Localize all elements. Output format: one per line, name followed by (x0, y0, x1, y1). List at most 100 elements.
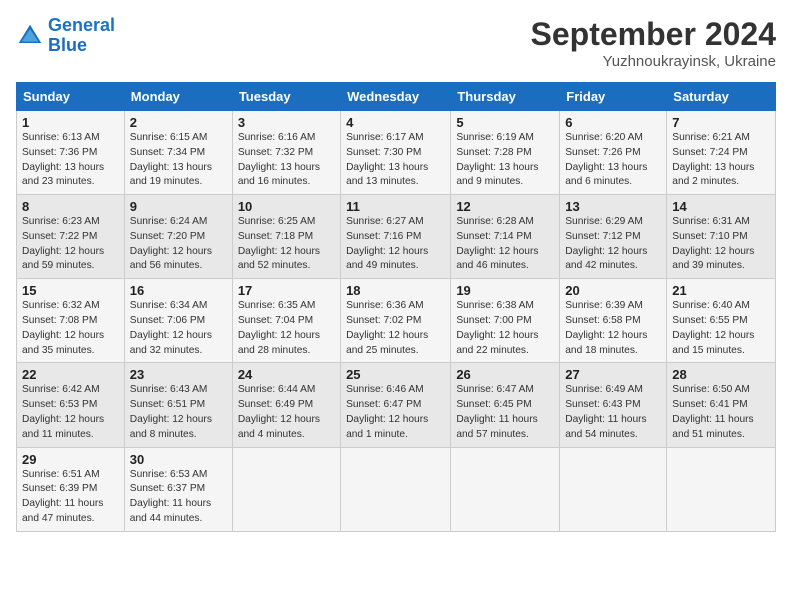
day-info: Sunrise: 6:24 AM Sunset: 7:20 PM Dayligh… (130, 215, 227, 274)
day-cell-16: 16 Sunrise: 6:34 AM Sunset: 7:06 PM Dayl… (124, 279, 232, 363)
day-info: Sunrise: 6:23 AM Sunset: 7:22 PM Dayligh… (22, 215, 119, 274)
logo-icon (16, 22, 44, 50)
day-info: Sunrise: 6:15 AM Sunset: 7:34 PM Dayligh… (130, 131, 227, 190)
day-cell-11: 11 Sunrise: 6:27 AM Sunset: 7:16 PM Dayl… (341, 195, 451, 279)
calendar-table: Sunday Monday Tuesday Wednesday Thursday… (16, 82, 776, 532)
day-cell-14: 14 Sunrise: 6:31 AM Sunset: 7:10 PM Dayl… (667, 195, 776, 279)
calendar-week-1: 1 Sunrise: 6:13 AM Sunset: 7:36 PM Dayli… (17, 111, 776, 195)
day-number: 9 (130, 199, 227, 214)
day-number: 6 (565, 115, 661, 130)
day-number: 26 (456, 367, 554, 382)
day-info: Sunrise: 6:44 AM Sunset: 6:49 PM Dayligh… (238, 383, 335, 442)
col-thursday: Thursday (451, 83, 560, 111)
day-cell-15: 15 Sunrise: 6:32 AM Sunset: 7:08 PM Dayl… (17, 279, 125, 363)
day-number: 23 (130, 367, 227, 382)
day-cell-4: 4 Sunrise: 6:17 AM Sunset: 7:30 PM Dayli… (341, 111, 451, 195)
day-number: 24 (238, 367, 335, 382)
empty-cell (232, 447, 340, 531)
day-info: Sunrise: 6:20 AM Sunset: 7:26 PM Dayligh… (565, 131, 661, 190)
page-header: General Blue September 2024 Yuzhnoukrayi… (16, 16, 776, 70)
day-number: 3 (238, 115, 335, 130)
logo: General Blue (16, 16, 115, 56)
day-number: 13 (565, 199, 661, 214)
day-info: Sunrise: 6:13 AM Sunset: 7:36 PM Dayligh… (22, 131, 119, 190)
day-cell-12: 12 Sunrise: 6:28 AM Sunset: 7:14 PM Dayl… (451, 195, 560, 279)
empty-cell (667, 447, 776, 531)
day-info: Sunrise: 6:39 AM Sunset: 6:58 PM Dayligh… (565, 299, 661, 358)
day-info: Sunrise: 6:29 AM Sunset: 7:12 PM Dayligh… (565, 215, 661, 274)
day-number: 2 (130, 115, 227, 130)
day-number: 1 (22, 115, 119, 130)
day-number: 27 (565, 367, 661, 382)
day-info: Sunrise: 6:28 AM Sunset: 7:14 PM Dayligh… (456, 215, 554, 274)
day-cell-26: 26 Sunrise: 6:47 AM Sunset: 6:45 PM Dayl… (451, 363, 560, 447)
col-tuesday: Tuesday (232, 83, 340, 111)
day-cell-10: 10 Sunrise: 6:25 AM Sunset: 7:18 PM Dayl… (232, 195, 340, 279)
day-info: Sunrise: 6:47 AM Sunset: 6:45 PM Dayligh… (456, 383, 554, 442)
day-number: 16 (130, 283, 227, 298)
day-number: 5 (456, 115, 554, 130)
calendar-week-2: 8 Sunrise: 6:23 AM Sunset: 7:22 PM Dayli… (17, 195, 776, 279)
day-number: 28 (672, 367, 770, 382)
day-info: Sunrise: 6:49 AM Sunset: 6:43 PM Dayligh… (565, 383, 661, 442)
day-info: Sunrise: 6:51 AM Sunset: 6:39 PM Dayligh… (22, 468, 119, 527)
day-number: 30 (130, 452, 227, 467)
day-cell-5: 5 Sunrise: 6:19 AM Sunset: 7:28 PM Dayli… (451, 111, 560, 195)
day-cell-24: 24 Sunrise: 6:44 AM Sunset: 6:49 PM Dayl… (232, 363, 340, 447)
day-number: 17 (238, 283, 335, 298)
day-number: 15 (22, 283, 119, 298)
day-number: 11 (346, 199, 445, 214)
day-cell-6: 6 Sunrise: 6:20 AM Sunset: 7:26 PM Dayli… (560, 111, 667, 195)
day-info: Sunrise: 6:43 AM Sunset: 6:51 PM Dayligh… (130, 383, 227, 442)
day-cell-9: 9 Sunrise: 6:24 AM Sunset: 7:20 PM Dayli… (124, 195, 232, 279)
day-info: Sunrise: 6:32 AM Sunset: 7:08 PM Dayligh… (22, 299, 119, 358)
calendar-week-3: 15 Sunrise: 6:32 AM Sunset: 7:08 PM Dayl… (17, 279, 776, 363)
day-cell-30: 30 Sunrise: 6:53 AM Sunset: 6:37 PM Dayl… (124, 447, 232, 531)
calendar-week-5: 29 Sunrise: 6:51 AM Sunset: 6:39 PM Dayl… (17, 447, 776, 531)
day-number: 22 (22, 367, 119, 382)
day-cell-17: 17 Sunrise: 6:35 AM Sunset: 7:04 PM Dayl… (232, 279, 340, 363)
logo-text: General Blue (48, 16, 115, 56)
day-info: Sunrise: 6:31 AM Sunset: 7:10 PM Dayligh… (672, 215, 770, 274)
day-info: Sunrise: 6:16 AM Sunset: 7:32 PM Dayligh… (238, 131, 335, 190)
day-number: 14 (672, 199, 770, 214)
day-info: Sunrise: 6:38 AM Sunset: 7:00 PM Dayligh… (456, 299, 554, 358)
day-info: Sunrise: 6:21 AM Sunset: 7:24 PM Dayligh… (672, 131, 770, 190)
day-cell-23: 23 Sunrise: 6:43 AM Sunset: 6:51 PM Dayl… (124, 363, 232, 447)
col-sunday: Sunday (17, 83, 125, 111)
day-cell-19: 19 Sunrise: 6:38 AM Sunset: 7:00 PM Dayl… (451, 279, 560, 363)
day-cell-20: 20 Sunrise: 6:39 AM Sunset: 6:58 PM Dayl… (560, 279, 667, 363)
location-title: Yuzhnoukrayinsk, Ukraine (531, 53, 776, 70)
day-cell-22: 22 Sunrise: 6:42 AM Sunset: 6:53 PM Dayl… (17, 363, 125, 447)
day-cell-8: 8 Sunrise: 6:23 AM Sunset: 7:22 PM Dayli… (17, 195, 125, 279)
day-number: 29 (22, 452, 119, 467)
day-cell-7: 7 Sunrise: 6:21 AM Sunset: 7:24 PM Dayli… (667, 111, 776, 195)
calendar-week-4: 22 Sunrise: 6:42 AM Sunset: 6:53 PM Dayl… (17, 363, 776, 447)
day-info: Sunrise: 6:46 AM Sunset: 6:47 PM Dayligh… (346, 383, 445, 442)
calendar-header-row: Sunday Monday Tuesday Wednesday Thursday… (17, 83, 776, 111)
day-info: Sunrise: 6:53 AM Sunset: 6:37 PM Dayligh… (130, 468, 227, 527)
day-info: Sunrise: 6:35 AM Sunset: 7:04 PM Dayligh… (238, 299, 335, 358)
day-number: 18 (346, 283, 445, 298)
empty-cell (341, 447, 451, 531)
day-cell-2: 2 Sunrise: 6:15 AM Sunset: 7:34 PM Dayli… (124, 111, 232, 195)
day-cell-1: 1 Sunrise: 6:13 AM Sunset: 7:36 PM Dayli… (17, 111, 125, 195)
day-cell-28: 28 Sunrise: 6:50 AM Sunset: 6:41 PM Dayl… (667, 363, 776, 447)
day-info: Sunrise: 6:27 AM Sunset: 7:16 PM Dayligh… (346, 215, 445, 274)
day-number: 20 (565, 283, 661, 298)
col-saturday: Saturday (667, 83, 776, 111)
day-info: Sunrise: 6:40 AM Sunset: 6:55 PM Dayligh… (672, 299, 770, 358)
col-monday: Monday (124, 83, 232, 111)
day-number: 8 (22, 199, 119, 214)
day-info: Sunrise: 6:42 AM Sunset: 6:53 PM Dayligh… (22, 383, 119, 442)
empty-cell (451, 447, 560, 531)
day-cell-27: 27 Sunrise: 6:49 AM Sunset: 6:43 PM Dayl… (560, 363, 667, 447)
day-cell-29: 29 Sunrise: 6:51 AM Sunset: 6:39 PM Dayl… (17, 447, 125, 531)
day-number: 25 (346, 367, 445, 382)
day-cell-3: 3 Sunrise: 6:16 AM Sunset: 7:32 PM Dayli… (232, 111, 340, 195)
day-cell-13: 13 Sunrise: 6:29 AM Sunset: 7:12 PM Dayl… (560, 195, 667, 279)
day-cell-21: 21 Sunrise: 6:40 AM Sunset: 6:55 PM Dayl… (667, 279, 776, 363)
day-cell-18: 18 Sunrise: 6:36 AM Sunset: 7:02 PM Dayl… (341, 279, 451, 363)
day-info: Sunrise: 6:36 AM Sunset: 7:02 PM Dayligh… (346, 299, 445, 358)
day-number: 12 (456, 199, 554, 214)
